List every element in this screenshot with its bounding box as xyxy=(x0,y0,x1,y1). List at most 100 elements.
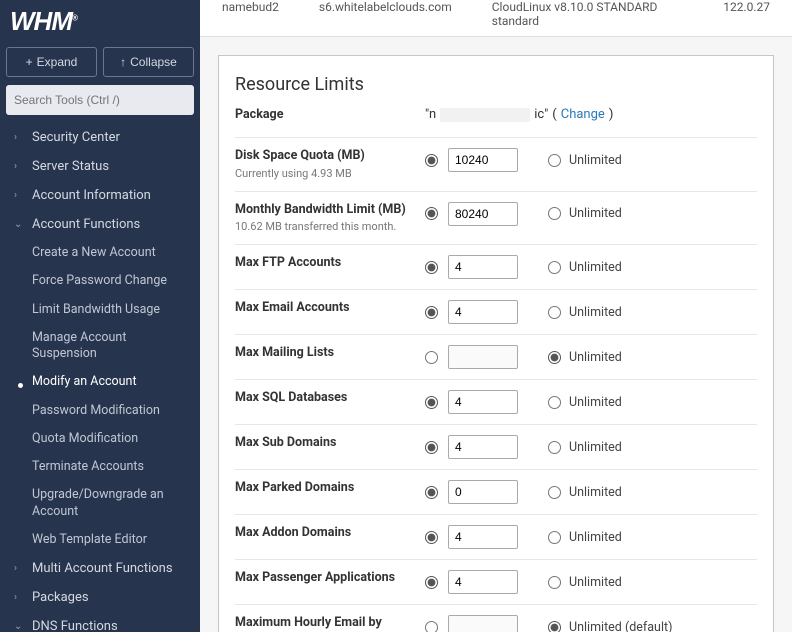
search-wrap xyxy=(6,85,194,115)
limit-label: Monthly Bandwidth Limit (MB)10.62 MB tra… xyxy=(235,202,425,235)
header-version: 122.0.27 xyxy=(723,0,770,14)
limit-value-radio[interactable] xyxy=(425,154,438,167)
limit-label: Max Parked Domains xyxy=(235,480,425,496)
limit-unlimited-radio[interactable] xyxy=(548,621,561,632)
limit-value-input[interactable] xyxy=(448,570,518,594)
nav-item-label: Account Functions xyxy=(32,217,140,232)
chevron-right-icon: › xyxy=(14,161,24,172)
change-link[interactable]: Change xyxy=(561,107,605,122)
limit-value-input[interactable] xyxy=(448,435,518,459)
limit-label: Disk Space Quota (MB)Currently using 4.9… xyxy=(235,148,425,181)
nav-item[interactable]: ›Account Information xyxy=(0,181,200,210)
limit-value-input[interactable] xyxy=(448,390,518,414)
nav-item-label: DNS Functions xyxy=(32,619,118,632)
limit-row: Max Parked Domains Unlimited xyxy=(235,469,757,514)
limit-unlimited-radio[interactable] xyxy=(548,306,561,319)
limit-value-input[interactable] xyxy=(448,148,518,172)
collapse-icon: ↑ xyxy=(120,55,126,69)
collapse-button[interactable]: ↑Collapse xyxy=(103,47,194,77)
limit-value-radio[interactable] xyxy=(425,576,438,589)
header-os: CloudLinux v8.10.0 STANDARD standard xyxy=(492,0,683,28)
nav-sub-item[interactable]: Quota Modification xyxy=(0,425,200,453)
limit-row: Max Addon Domains Unlimited xyxy=(235,514,757,559)
limit-label: Max Addon Domains xyxy=(235,525,425,541)
limit-unlimited-radio[interactable] xyxy=(548,351,561,364)
limit-value-input[interactable] xyxy=(448,525,518,549)
limit-value-radio[interactable] xyxy=(425,486,438,499)
nav-item[interactable]: ›Server Status xyxy=(0,152,200,181)
limit-unlimited-radio[interactable] xyxy=(548,441,561,454)
limit-value-radio[interactable] xyxy=(425,261,438,274)
nav-sub-item[interactable]: Terminate Accounts xyxy=(0,453,200,481)
nav-sub-item[interactable]: Password Modification xyxy=(0,397,200,425)
limit-row: Disk Space Quota (MB)Currently using 4.9… xyxy=(235,137,757,191)
limit-row: Max SQL DatabasesUnlimited xyxy=(235,379,757,424)
limit-value-radio[interactable] xyxy=(425,207,438,220)
limit-row: Max FTP AccountsUnlimited xyxy=(235,244,757,289)
main: namebud2 s6.whitelabelclouds.com CloudLi… xyxy=(200,0,792,632)
package-value-suffix: ic" xyxy=(534,107,548,122)
nav-sub-item[interactable]: Force Password Change xyxy=(0,267,200,295)
package-value-masked xyxy=(440,108,530,122)
unlimited-label: Unlimited xyxy=(569,485,622,500)
nav-sub-item[interactable]: Limit Bandwidth Usage xyxy=(0,296,200,324)
limit-value-radio[interactable] xyxy=(425,306,438,319)
nav-item[interactable]: ⌄ DNS Functions xyxy=(0,612,200,632)
nav-sub-item[interactable]: Manage Account Suspension xyxy=(0,324,200,369)
unlimited-label: Unlimited xyxy=(569,530,622,545)
limit-unlimited-radio[interactable] xyxy=(548,207,561,220)
limit-value-radio[interactable] xyxy=(425,441,438,454)
limit-row: Max Passenger ApplicationsUnlimited xyxy=(235,559,757,604)
package-value-prefix: "n xyxy=(425,107,436,122)
limit-unlimited-radio[interactable] xyxy=(548,261,561,274)
nav-item[interactable]: ›Security Center xyxy=(0,123,200,152)
unlimited-label: Unlimited xyxy=(569,153,622,168)
header: namebud2 s6.whitelabelclouds.com CloudLi… xyxy=(200,0,792,37)
panel-title: Resource Limits xyxy=(235,74,757,95)
limit-value-input[interactable] xyxy=(448,300,518,324)
limit-value-radio[interactable] xyxy=(425,396,438,409)
content: Resource Limits Package "n ic" (Change) … xyxy=(200,37,792,632)
search-input[interactable] xyxy=(6,85,194,115)
limit-value-input[interactable] xyxy=(448,345,518,369)
limit-value-input[interactable] xyxy=(448,202,518,226)
limit-value-radio[interactable] xyxy=(425,621,438,632)
header-username: namebud2 xyxy=(222,0,279,14)
chevron-right-icon: › xyxy=(14,190,24,201)
nav-item[interactable]: ›Packages xyxy=(0,583,200,612)
limit-label: Max Passenger Applications xyxy=(235,570,425,586)
chevron-down-icon: ⌄ xyxy=(14,621,24,632)
limit-label: Max Email Accounts xyxy=(235,300,425,316)
nav-sub-item[interactable]: Web Template Editor xyxy=(0,526,200,554)
package-label: Package xyxy=(235,107,425,123)
nav: ›Security Center›Server Status›Account I… xyxy=(0,123,200,632)
limit-row: Max Email AccountsUnlimited xyxy=(235,289,757,334)
limit-value-input[interactable] xyxy=(448,480,518,504)
limit-unlimited-radio[interactable] xyxy=(548,531,561,544)
limit-unlimited-radio[interactable] xyxy=(548,396,561,409)
unlimited-label: Unlimited xyxy=(569,395,622,410)
unlimited-label: Unlimited xyxy=(569,350,622,365)
limit-unlimited-radio[interactable] xyxy=(548,576,561,589)
limit-sublabel: 10.62 MB transferred this month. xyxy=(235,220,425,234)
nav-item-label: Security Center xyxy=(32,130,120,145)
nav-item[interactable]: ›Multi Account Functions xyxy=(0,554,200,583)
limit-unlimited-radio[interactable] xyxy=(548,486,561,499)
limit-unlimited-radio[interactable] xyxy=(548,154,561,167)
limit-value-radio[interactable] xyxy=(425,531,438,544)
limit-row: Monthly Bandwidth Limit (MB)10.62 MB tra… xyxy=(235,191,757,245)
limit-row: Maximum Hourly Email by Domain RelayedUn… xyxy=(235,604,757,632)
expand-button[interactable]: +Expand xyxy=(6,47,97,77)
nav-item-label: Multi Account Functions xyxy=(32,561,173,576)
limit-value-input[interactable] xyxy=(448,255,518,279)
package-row: Package "n ic" (Change) xyxy=(235,103,757,137)
limit-value-radio[interactable] xyxy=(425,351,438,364)
nav-sub-item[interactable]: Upgrade/Downgrade an Account xyxy=(0,481,200,526)
nav-item[interactable]: ⌄Account Functions xyxy=(0,210,200,239)
nav-sub-item[interactable]: Create a New Account xyxy=(0,239,200,267)
sidebar: WHM® +Expand ↑Collapse ›Security Center›… xyxy=(0,0,200,632)
limit-label: Max Mailing Lists xyxy=(235,345,425,361)
limit-value-input[interactable] xyxy=(448,615,518,632)
limit-label: Maximum Hourly Email by Domain Relayed xyxy=(235,615,425,632)
nav-sub-item[interactable]: Modify an Account xyxy=(0,368,200,396)
